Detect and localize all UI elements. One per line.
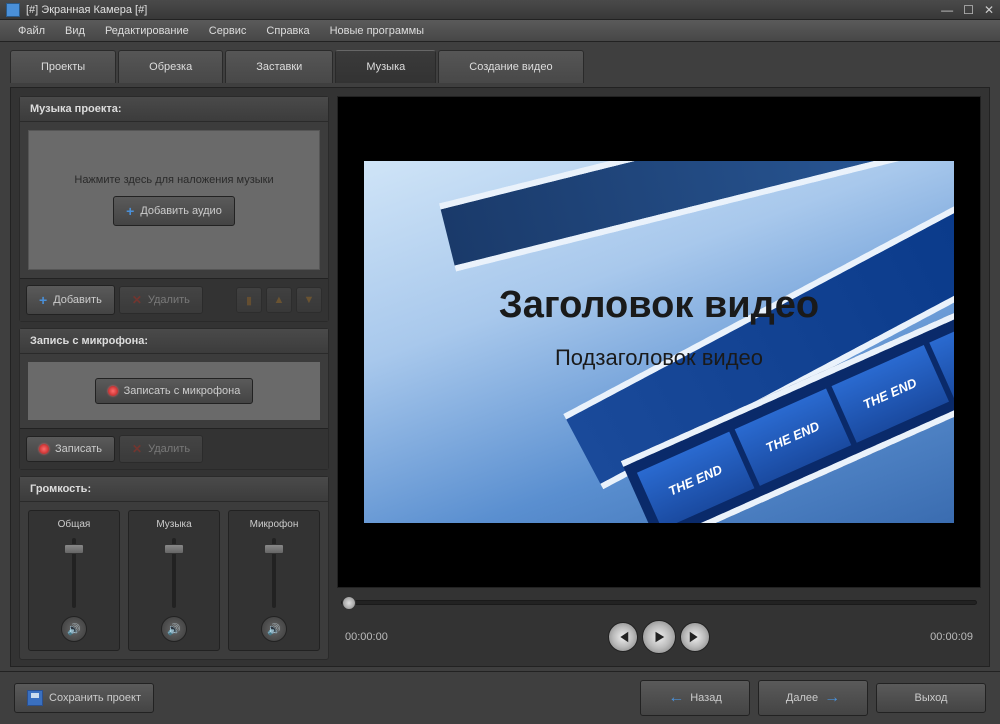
menu-new-programs[interactable]: Новые программы [322, 23, 432, 39]
music-delete-button[interactable]: ✕ Удалить [119, 286, 203, 314]
volume-panel-title: Громкость: [20, 477, 328, 502]
preview-title: Заголовок видео [499, 284, 819, 327]
time-current: 00:00:00 [345, 631, 388, 643]
tabs: Проекты Обрезка Заставки Музыка Создание… [10, 50, 990, 83]
music-hint: Нажмите здесь для наложения музыки [74, 174, 273, 186]
tab-music[interactable]: Музыка [335, 50, 436, 83]
music-open-button[interactable]: ▮ [236, 287, 262, 313]
add-audio-label: Добавить аудио [140, 205, 221, 217]
volume-panel: Громкость: Общая 🔊 Музыка 🔊 Микрофон [19, 476, 329, 660]
seek-thumb[interactable] [342, 596, 356, 610]
film-strip-graphic: THE END THE END THE END THE END [442, 161, 954, 524]
menu-view[interactable]: Вид [57, 23, 93, 39]
volume-overall: Общая 🔊 [28, 510, 120, 651]
music-add-label: Добавить [53, 294, 102, 306]
arrow-up-icon: ▲ [274, 294, 285, 306]
video-preview: THE END THE END THE END THE END Заголово… [337, 96, 981, 588]
volume-music-mute[interactable]: 🔊 [161, 616, 187, 642]
add-audio-button[interactable]: + Добавить аудио [113, 196, 235, 226]
app-icon [6, 3, 20, 17]
menu-help[interactable]: Справка [258, 23, 317, 39]
speaker-icon: 🔊 [67, 623, 81, 636]
minimize-button[interactable]: — [941, 4, 953, 16]
exit-button[interactable]: Выход [876, 683, 986, 713]
volume-music-slider[interactable] [159, 538, 189, 608]
exit-label: Выход [915, 692, 948, 704]
volume-music-label: Музыка [156, 519, 191, 530]
menu-edit[interactable]: Редактирование [97, 23, 197, 39]
time-total: 00:00:09 [930, 631, 973, 643]
mic-panel: Запись с микрофона: Записать с микрофона… [19, 328, 329, 470]
volume-mic-slider[interactable] [259, 538, 289, 608]
back-button[interactable]: ← Назад [640, 680, 750, 716]
x-icon: ✕ [132, 442, 142, 456]
plus-icon: + [126, 203, 134, 219]
speaker-icon: 🔊 [267, 623, 281, 636]
next-button[interactable] [680, 622, 710, 652]
play-button[interactable] [642, 620, 676, 654]
music-delete-label: Удалить [148, 294, 190, 306]
prev-button[interactable] [608, 622, 638, 652]
plus-icon: + [39, 292, 47, 308]
tab-create-video[interactable]: Создание видео [438, 50, 583, 83]
folder-icon: ▮ [246, 294, 252, 307]
save-project-label: Сохранить проект [49, 692, 141, 704]
mic-delete-label: Удалить [148, 443, 190, 455]
tab-trim[interactable]: Обрезка [118, 50, 223, 83]
titlebar: [#] Экранная Камера [#] — ☐ ✕ [0, 0, 1000, 20]
music-panel-title: Музыка проекта: [20, 97, 328, 122]
record-icon [39, 444, 49, 454]
record-from-mic-button[interactable]: Записать с микрофона [95, 378, 254, 404]
close-button[interactable]: ✕ [984, 4, 994, 16]
mic-record-button[interactable]: Записать [26, 436, 115, 462]
x-icon: ✕ [132, 293, 142, 307]
mic-record-zone: Записать с микрофона [28, 362, 320, 420]
seek-bar[interactable] [337, 594, 981, 610]
record-icon [108, 386, 118, 396]
preview-subtitle: Подзаголовок видео [555, 345, 763, 371]
music-add-button[interactable]: + Добавить [26, 285, 115, 315]
music-dropzone[interactable]: Нажмите здесь для наложения музыки + Доб… [28, 130, 320, 270]
menu-service[interactable]: Сервис [201, 23, 255, 39]
volume-mic-mute[interactable]: 🔊 [261, 616, 287, 642]
record-from-mic-label: Записать с микрофона [124, 385, 241, 397]
mic-delete-button[interactable]: ✕ Удалить [119, 435, 203, 463]
music-move-up-button[interactable]: ▲ [266, 287, 292, 313]
speaker-icon: 🔊 [167, 623, 181, 636]
music-panel: Музыка проекта: Нажмите здесь для наложе… [19, 96, 329, 322]
next-button-nav[interactable]: Далее → [758, 680, 868, 716]
volume-overall-mute[interactable]: 🔊 [61, 616, 87, 642]
mic-record-label: Записать [55, 443, 102, 455]
maximize-button[interactable]: ☐ [963, 4, 974, 16]
mic-panel-title: Запись с микрофона: [20, 329, 328, 354]
tab-intros[interactable]: Заставки [225, 50, 333, 83]
save-project-button[interactable]: Сохранить проект [14, 683, 154, 713]
volume-music: Музыка 🔊 [128, 510, 220, 651]
volume-mic: Микрофон 🔊 [228, 510, 320, 651]
music-move-down-button[interactable]: ▼ [296, 287, 322, 313]
back-label: Назад [690, 692, 722, 704]
arrow-left-icon: ← [668, 689, 684, 707]
volume-overall-slider[interactable] [59, 538, 89, 608]
next-label: Далее [786, 692, 818, 704]
tab-projects[interactable]: Проекты [10, 50, 116, 83]
volume-overall-label: Общая [58, 519, 91, 530]
bottom-bar: Сохранить проект ← Назад Далее → Выход [0, 671, 1000, 724]
save-icon [27, 690, 43, 706]
arrow-down-icon: ▼ [304, 294, 315, 306]
menubar: Файл Вид Редактирование Сервис Справка Н… [0, 20, 1000, 42]
volume-mic-label: Микрофон [250, 519, 299, 530]
window-title: [#] Экранная Камера [#] [26, 4, 941, 16]
menu-file[interactable]: Файл [10, 23, 53, 39]
arrow-right-icon: → [824, 689, 840, 707]
